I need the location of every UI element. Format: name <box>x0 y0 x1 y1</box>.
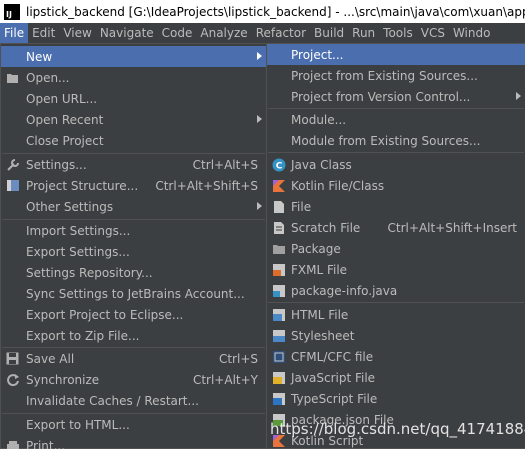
file-menu-open[interactable]: Open... <box>1 67 266 88</box>
watermark-text: https://blog.csdn.net/qq_41741884 <box>270 420 525 438</box>
new-javascript-file[interactable]: JavaScript File <box>267 367 525 388</box>
new-module[interactable]: Module... <box>267 109 525 130</box>
project-structure-icon <box>5 178 20 193</box>
file-menu-synchronize[interactable]: Synchronize Ctrl+Alt+Y <box>1 369 266 390</box>
new-typescript-file[interactable]: TypeScript File <box>267 388 525 409</box>
file-menu-export-settings[interactable]: Export Settings... <box>1 241 266 262</box>
javascript-file-icon <box>271 370 286 385</box>
cfml-file-icon <box>271 349 286 364</box>
new-package[interactable]: Package <box>267 238 525 259</box>
file-menu-settings[interactable]: Settings... Ctrl+Alt+S <box>1 154 266 175</box>
file-menu-project-structure[interactable]: Project Structure... Ctrl+Alt+Shift+S <box>1 175 266 196</box>
file-menu-save-all[interactable]: Save All Ctrl+S <box>1 348 266 369</box>
scratch-file-icon <box>271 220 286 235</box>
new-stylesheet[interactable]: Stylesheet <box>267 325 525 346</box>
typescript-file-icon <box>271 391 286 406</box>
new-fxml-file[interactable]: FXML File <box>267 259 525 280</box>
menu-edit[interactable]: Edit <box>28 23 59 43</box>
refresh-icon <box>5 372 20 387</box>
java-class-icon: C <box>271 157 286 172</box>
file-menu-other-settings[interactable]: Other Settings <box>1 196 266 217</box>
window-titlebar: IJ lipstick_backend [G:\IdeaProjects\lip… <box>0 0 525 23</box>
new-scratch-file[interactable]: Scratch File Ctrl+Alt+Shift+Insert <box>267 217 525 238</box>
new-kotlin-file[interactable]: Kotlin File/Class <box>267 175 525 196</box>
intellij-logo-icon: IJ <box>4 3 20 20</box>
file-menu-close-project[interactable]: Close Project <box>1 130 266 151</box>
new-module-existing-sources[interactable]: Module from Existing Sources... <box>267 130 525 151</box>
menu-vcs[interactable]: VCS <box>417 23 449 43</box>
menu-build[interactable]: Build <box>310 23 348 43</box>
kotlin-icon <box>271 178 286 193</box>
new-cfml-file[interactable]: CFML/CFC file <box>267 346 525 367</box>
folder-icon <box>5 70 20 85</box>
file-menu-export-html[interactable]: Export to HTML... <box>1 414 266 435</box>
file-menu-open-url[interactable]: Open URL... <box>1 88 266 109</box>
file-menu-print[interactable]: Print... <box>1 435 266 449</box>
menu-code[interactable]: Code <box>158 23 197 43</box>
css-file-icon <box>271 328 286 343</box>
print-icon <box>5 438 20 449</box>
new-project-existing-sources[interactable]: Project from Existing Sources... <box>267 65 525 86</box>
file-menu: New Open... Open URL... Open Recent Clos… <box>0 43 267 449</box>
menu-analyze[interactable]: Analyze <box>196 23 251 43</box>
file-menu-export-zip[interactable]: Export to Zip File... <box>1 325 266 346</box>
file-menu-import-settings[interactable]: Import Settings... <box>1 220 266 241</box>
wrench-icon <box>5 157 20 172</box>
submenu-arrow-icon <box>257 202 262 210</box>
file-menu-sync-settings[interactable]: Sync Settings to JetBrains Account... <box>1 283 266 304</box>
menu-view[interactable]: View <box>59 23 95 43</box>
separator <box>268 302 524 303</box>
file-menu-new[interactable]: New <box>1 46 266 67</box>
save-icon <box>5 351 20 366</box>
submenu-arrow-icon <box>516 92 521 100</box>
menu-bar: File Edit View Navigate Code Analyze Ref… <box>0 23 525 43</box>
new-file[interactable]: File <box>267 196 525 217</box>
new-submenu: Project... Project from Existing Sources… <box>266 43 525 449</box>
menu-refactor[interactable]: Refactor <box>252 23 310 43</box>
window-title: lipstick_backend [G:\IdeaProjects\lipsti… <box>26 4 525 19</box>
html-file-icon <box>271 307 286 322</box>
file-menu-open-recent[interactable]: Open Recent <box>1 109 266 130</box>
fxml-file-icon <box>271 262 286 277</box>
menu-navigate[interactable]: Navigate <box>96 23 158 43</box>
file-menu-settings-repository[interactable]: Settings Repository... <box>1 262 266 283</box>
menu-tools[interactable]: Tools <box>379 23 417 43</box>
java-file-icon <box>271 283 286 298</box>
submenu-arrow-icon <box>257 115 262 123</box>
menu-run[interactable]: Run <box>348 23 379 43</box>
file-menu-export-eclipse[interactable]: Export Project to Eclipse... <box>1 304 266 325</box>
menu-window[interactable]: Windo <box>449 23 495 43</box>
separator <box>268 152 524 153</box>
svg-text:C: C <box>275 161 282 171</box>
new-project-version-control[interactable]: Project from Version Control... <box>267 86 525 107</box>
new-project[interactable]: Project... <box>267 44 525 65</box>
submenu-arrow-icon <box>257 52 262 60</box>
new-package-info[interactable]: package-info.java <box>267 280 525 301</box>
file-icon <box>271 199 286 214</box>
menu-file[interactable]: File <box>0 23 29 43</box>
new-java-class[interactable]: C Java Class <box>267 154 525 175</box>
package-folder-icon <box>271 241 286 256</box>
file-menu-invalidate-caches[interactable]: Invalidate Caches / Restart... <box>1 390 266 411</box>
new-html-file[interactable]: HTML File <box>267 304 525 325</box>
